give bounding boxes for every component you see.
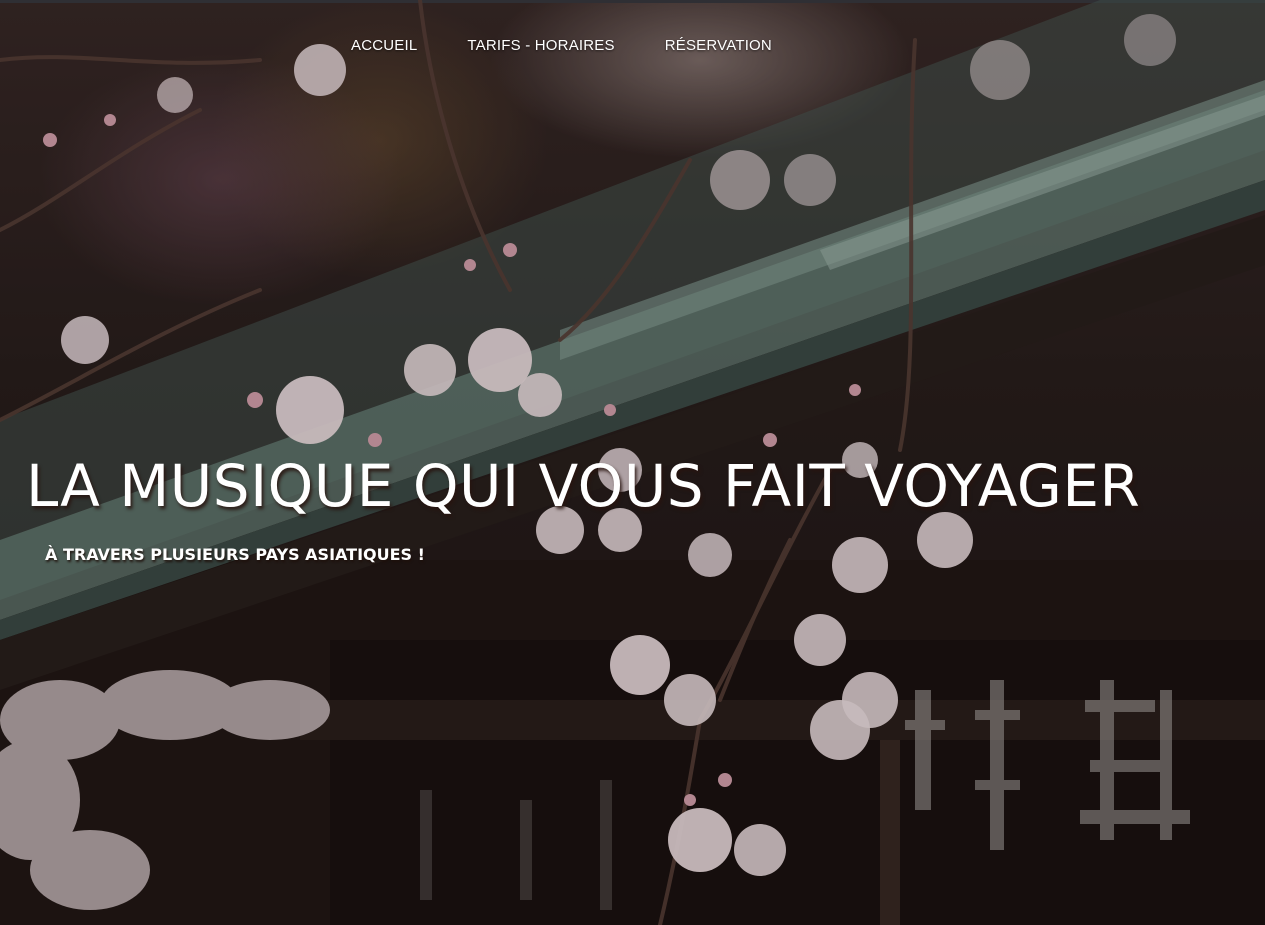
- main-navigation: ACCUEIL TARIFS - HORAIRES RÉSERVATION: [351, 37, 772, 54]
- nav-link-reservation[interactable]: RÉSERVATION: [665, 37, 772, 54]
- hero-section: ACCUEIL TARIFS - HORAIRES RÉSERVATION LA…: [0, 0, 1265, 925]
- nav-link-accueil[interactable]: ACCUEIL: [351, 37, 417, 54]
- hero-subtitle: À TRAVERS PLUSIEURS PAYS ASIATIQUES !: [45, 545, 425, 564]
- hero-title: LA MUSIQUE QUI VOUS FAIT VOYAGER: [26, 452, 1141, 520]
- nav-link-tarifs-horaires[interactable]: TARIFS - HORAIRES: [467, 37, 614, 54]
